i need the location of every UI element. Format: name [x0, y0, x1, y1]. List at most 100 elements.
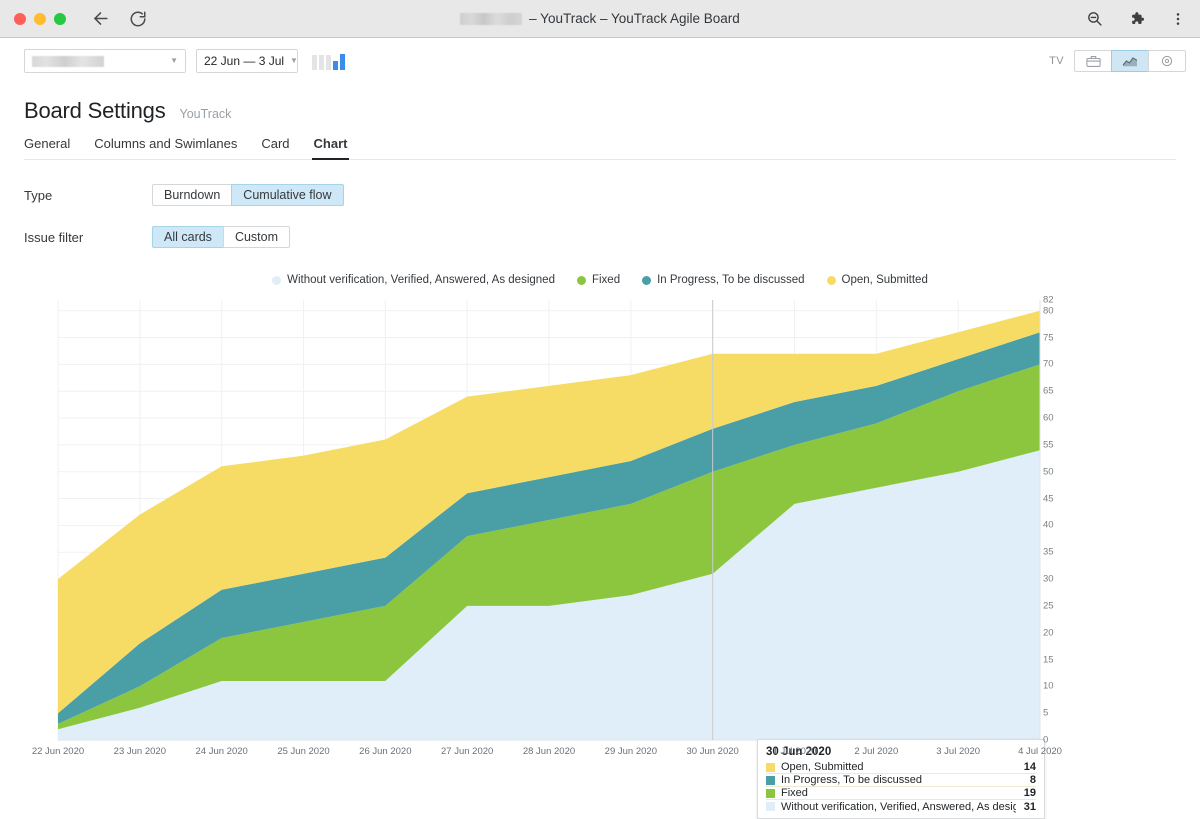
settings-button[interactable] — [1148, 50, 1186, 72]
window-title-text: – YouTrack – YouTrack Agile Board — [529, 11, 740, 26]
chevron-down-icon: ▼ — [170, 57, 178, 65]
tooltip-value: 14 — [1024, 761, 1036, 773]
legend-label: In Progress, To be discussed — [657, 274, 804, 286]
tab-general[interactable]: General — [24, 136, 70, 159]
cumulative-flow-chart: Without verification, Verified, Answered… — [0, 272, 1200, 752]
chevron-down-icon: ▼ — [290, 57, 298, 65]
chart-type-burndown-option[interactable]: Burndown — [152, 184, 232, 206]
y-axis-tick-label: 50 — [1043, 466, 1054, 477]
tooltip-row: Fixed 19 — [766, 787, 1036, 800]
x-axis-tick-label: 26 Jun 2020 — [359, 746, 411, 757]
tv-mode-label[interactable]: TV — [1049, 55, 1064, 67]
y-axis-tick-label: 0 — [1043, 735, 1048, 746]
reload-icon[interactable] — [128, 9, 148, 29]
legend-swatch — [642, 276, 651, 285]
page-subtitle: YouTrack — [180, 107, 232, 121]
board-settings-panel: Board Settings YouTrack General Columns … — [0, 84, 1200, 248]
youtrack-app: ▼ 22 Jun — 3 Jul ▼ TV — [0, 38, 1200, 752]
tooltip-row: Open, Submitted 14 — [766, 761, 1036, 774]
chart-legend: Without verification, Verified, Answered… — [0, 272, 1200, 288]
x-axis-tick-label: 4 Jul 2020 — [1018, 746, 1062, 757]
back-arrow-icon[interactable] — [90, 9, 110, 29]
redacted-board-name — [32, 56, 104, 67]
legend-swatch — [577, 276, 586, 285]
x-axis-tick-label: 25 Jun 2020 — [277, 746, 329, 757]
agile-toolbar: ▼ 22 Jun — 3 Jul ▼ TV — [0, 38, 1200, 84]
y-axis-tick-label: 40 — [1043, 520, 1054, 531]
tooltip-swatch — [766, 789, 775, 798]
y-axis-tick-label: 15 — [1043, 654, 1054, 665]
legend-item-in-progress[interactable]: In Progress, To be discussed — [642, 274, 804, 286]
y-axis-tick-label: 82 — [1043, 295, 1054, 306]
chart-view-button[interactable] — [1111, 50, 1149, 72]
tab-columns-and-swimlanes[interactable]: Columns and Swimlanes — [94, 136, 237, 159]
y-axis-tick-label: 20 — [1043, 627, 1054, 638]
legend-item-without-verification[interactable]: Without verification, Verified, Answered… — [272, 274, 555, 286]
x-axis-tick-label: 22 Jun 2020 — [32, 746, 84, 757]
zoom-out-icon[interactable] — [1084, 9, 1104, 29]
tooltip-row: Without verification, Verified, Answered… — [766, 800, 1036, 813]
tooltip-swatch — [766, 763, 775, 772]
x-axis-tick-label: 2 Jul 2020 — [854, 746, 898, 757]
legend-item-open[interactable]: Open, Submitted — [827, 274, 928, 286]
tooltip-value: 8 — [1030, 774, 1036, 786]
tooltip-label: Fixed — [781, 787, 1016, 799]
y-axis-tick-label: 55 — [1043, 439, 1054, 450]
tooltip-row: In Progress, To be discussed 8 — [766, 774, 1036, 787]
legend-swatch — [827, 276, 836, 285]
legend-label: Fixed — [592, 274, 620, 286]
chart-type-row: Type Burndown Cumulative flow — [24, 184, 1176, 206]
tab-card[interactable]: Card — [261, 136, 289, 159]
x-axis-tick-label: 29 Jun 2020 — [605, 746, 657, 757]
chart-canvas — [0, 294, 1200, 746]
y-axis-tick-label: 60 — [1043, 413, 1054, 424]
x-axis-tick-label: 28 Jun 2020 — [523, 746, 575, 757]
legend-item-fixed[interactable]: Fixed — [577, 274, 620, 286]
y-axis-tick-label: 80 — [1043, 305, 1054, 316]
minimize-window-button[interactable] — [34, 13, 46, 25]
issue-filter-row: Issue filter All cards Custom — [24, 226, 1176, 248]
chart-type-label: Type — [24, 188, 152, 203]
y-axis-tick-label: 35 — [1043, 547, 1054, 558]
x-axis-tick-label: 27 Jun 2020 — [441, 746, 493, 757]
sprint-progress-sparkline[interactable] — [312, 52, 345, 70]
page-title: Board Settings — [24, 98, 166, 124]
y-axis-tick-label: 30 — [1043, 574, 1054, 585]
legend-swatch — [272, 276, 281, 285]
y-axis-tick-label: 45 — [1043, 493, 1054, 504]
redacted-title-block — [460, 13, 522, 25]
y-axis-tick-label: 75 — [1043, 332, 1054, 343]
y-axis-tick-label: 10 — [1043, 681, 1054, 692]
tooltip-label: Open, Submitted — [781, 761, 1016, 773]
chart-type-cumulative-flow-option[interactable]: Cumulative flow — [231, 184, 343, 206]
tab-chart[interactable]: Chart — [314, 136, 348, 159]
tooltip-label: In Progress, To be discussed — [781, 774, 1022, 786]
window-title: – YouTrack – YouTrack Agile Board — [0, 11, 1200, 26]
chart-type-toggle: Burndown Cumulative flow — [152, 184, 344, 206]
issue-filter-all-cards-option[interactable]: All cards — [152, 226, 224, 248]
sprint-selector[interactable]: 22 Jun — 3 Jul ▼ — [196, 49, 298, 73]
issue-filter-custom-option[interactable]: Custom — [223, 226, 290, 248]
close-window-button[interactable] — [14, 13, 26, 25]
y-axis-tick-label: 70 — [1043, 359, 1054, 370]
board-view-button[interactable] — [1074, 50, 1112, 72]
tooltip-value: 31 — [1024, 801, 1036, 813]
settings-tabs: General Columns and Swimlanes Card Chart — [24, 136, 1176, 160]
board-selector[interactable]: ▼ — [24, 49, 186, 73]
tooltip-label: Without verification, Verified, Answered… — [781, 801, 1016, 813]
maximize-window-button[interactable] — [54, 13, 66, 25]
y-axis-tick-label: 25 — [1043, 600, 1054, 611]
puzzle-icon[interactable] — [1126, 9, 1146, 29]
x-axis-tick-label: 30 Jun 2020 — [687, 746, 739, 757]
three-dots-icon[interactable] — [1168, 9, 1188, 29]
tooltip-swatch — [766, 776, 775, 785]
tooltip-swatch — [766, 802, 775, 811]
window-traffic-lights — [0, 13, 66, 25]
sprint-label: 22 Jun — 3 Jul — [204, 54, 284, 68]
x-axis-tick-label: 3 Jul 2020 — [936, 746, 980, 757]
chart-plot-area[interactable]: 30 Jun 2020 Open, Submitted 14 In Progre… — [0, 294, 1200, 742]
x-axis-tick-label: 1 Jul 2020 — [773, 746, 817, 757]
x-axis-tick-label: 24 Jun 2020 — [196, 746, 248, 757]
y-axis-tick-label: 5 — [1043, 708, 1048, 719]
x-axis-tick-label: 23 Jun 2020 — [114, 746, 166, 757]
